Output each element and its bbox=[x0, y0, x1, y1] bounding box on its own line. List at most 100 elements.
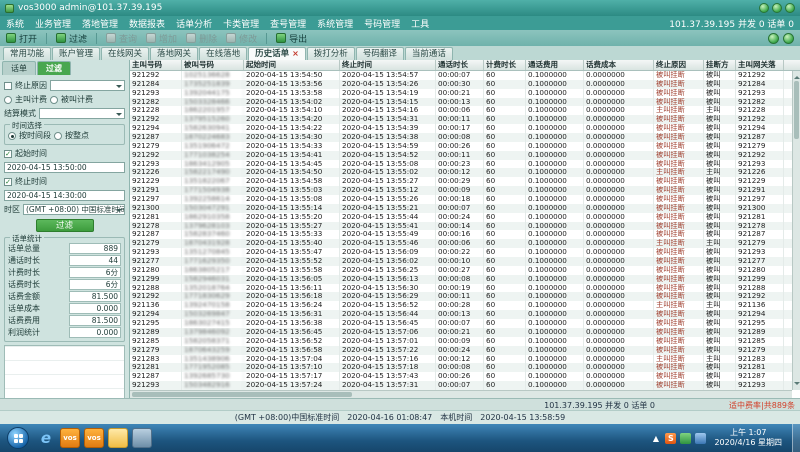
scroll-down-icon[interactable] bbox=[794, 382, 800, 388]
menu-卡类管理[interactable]: 卡类管理 bbox=[223, 17, 259, 30]
table-row[interactable]: 92129117715049382020-04-15 13:55:032020-… bbox=[130, 186, 792, 195]
end-reason-dropdown[interactable] bbox=[50, 80, 125, 91]
table-row[interactable]: 92129217718306292020-04-15 13:56:182020-… bbox=[130, 292, 792, 301]
table-row[interactable]: 92129713922586142020-04-15 13:55:082020-… bbox=[130, 195, 792, 204]
menu-业务管理[interactable]: 业务管理 bbox=[35, 17, 71, 30]
tab-当前通话[interactable]: 当前通话 bbox=[405, 47, 453, 60]
table-row[interactable]: 92127913519064722020-04-15 13:54:332020-… bbox=[130, 142, 792, 151]
toolbar-filter-button[interactable]: 过滤 bbox=[56, 32, 87, 45]
input-method-icon[interactable]: S bbox=[665, 433, 676, 444]
show-desktop-button[interactable] bbox=[792, 424, 800, 452]
column-header-计费时长[interactable]: 计费时长 bbox=[484, 60, 526, 70]
vertical-scroll-thumb[interactable] bbox=[794, 81, 799, 139]
menu-系统[interactable]: 系统 bbox=[6, 17, 24, 30]
table-row[interactable]: 92129313512708452020-04-15 13:55:472020-… bbox=[130, 248, 792, 257]
start-button[interactable] bbox=[7, 427, 29, 449]
start-time-checkbox[interactable] bbox=[4, 150, 12, 158]
taskbar-clock[interactable]: 上午 1:07 2020/4/16 星期四 bbox=[714, 428, 782, 448]
column-header-终止原因[interactable]: 终止原因 bbox=[654, 60, 704, 70]
computer-icon[interactable] bbox=[132, 428, 152, 448]
table-row[interactable]: 92129415826309412020-04-15 13:54:222020-… bbox=[130, 124, 792, 133]
table-row[interactable]: 92128215033284662020-04-15 13:54:022020-… bbox=[130, 98, 792, 107]
sidebar-tab-cdr[interactable]: 话单 bbox=[2, 61, 36, 75]
security-tray-icon[interactable] bbox=[680, 433, 691, 444]
menu-查号管理[interactable]: 查号管理 bbox=[270, 17, 306, 30]
table-row[interactable]: 92128417352518392020-04-15 13:53:562020-… bbox=[130, 80, 792, 89]
toolbar-export-button[interactable]: 导出 bbox=[276, 32, 307, 45]
table-row[interactable]: 92128715828374602020-04-15 13:55:332020-… bbox=[130, 230, 792, 239]
table-row[interactable]: 92128713926857302020-04-15 13:57:172020-… bbox=[130, 372, 792, 381]
table-row[interactable]: 92128515820583712020-04-15 13:56:522020-… bbox=[130, 337, 792, 346]
column-header-被叫号码[interactable]: 被叫号码 bbox=[182, 60, 244, 70]
title-bar[interactable]: vos3000 admin@101.37.39.195 bbox=[0, 0, 800, 16]
table-row[interactable]: 92127918706432592020-04-15 13:56:582020-… bbox=[130, 346, 792, 355]
table-row[interactable]: 92129415032698472020-04-15 13:56:312020-… bbox=[130, 310, 792, 319]
table-row[interactable]: 92129518630274152020-04-15 13:56:382020-… bbox=[130, 319, 792, 328]
table-row[interactable]: 92122913518220672020-04-15 13:54:582020-… bbox=[130, 177, 792, 186]
table-row[interactable]: 92129313920441752020-04-15 13:53:582020-… bbox=[130, 89, 792, 98]
table-row[interactable]: 92129217710382542020-04-15 13:54:412020-… bbox=[130, 151, 792, 160]
table-row[interactable]: 92128118629103582020-04-15 13:55:202020-… bbox=[130, 213, 792, 222]
tab-历史话单[interactable]: 历史话单× bbox=[248, 47, 306, 60]
menu-系统管理[interactable]: 系统管理 bbox=[317, 17, 353, 30]
column-header-挂断方[interactable]: 挂断方 bbox=[704, 60, 736, 70]
folder-icon[interactable] bbox=[108, 428, 128, 448]
table-row[interactable]: 92128313514389062020-04-15 13:57:042020-… bbox=[130, 355, 792, 364]
column-header-通话费用[interactable]: 通话费用 bbox=[526, 60, 584, 70]
table-row[interactable]: 92129210251366282020-04-15 13:54:502020-… bbox=[130, 71, 792, 80]
vos-1-icon[interactable]: vos bbox=[60, 428, 80, 448]
table-row[interactable]: 92128813520187642020-04-15 13:56:112020-… bbox=[130, 284, 792, 293]
column-header-主叫网关落[interactable]: 主叫网关落 bbox=[736, 60, 784, 70]
table-row[interactable]: 92129213795152602020-04-15 13:54:202020-… bbox=[130, 115, 792, 124]
table-row[interactable]: 92122615822174902020-04-15 13:54:502020-… bbox=[130, 168, 792, 177]
menu-落地管理[interactable]: 落地管理 bbox=[82, 17, 118, 30]
sidebar-tab-filter[interactable]: 过滤 bbox=[37, 61, 71, 75]
end-time-checkbox[interactable] bbox=[4, 178, 12, 186]
ie-icon[interactable]: e bbox=[36, 428, 56, 448]
settle-mode-dropdown[interactable] bbox=[39, 108, 125, 119]
time-point-radio[interactable] bbox=[54, 132, 62, 140]
tab-close-icon[interactable]: × bbox=[292, 48, 299, 60]
column-header-终止时间[interactable]: 终止时间 bbox=[340, 60, 436, 70]
tab-在线落地[interactable]: 在线落地 bbox=[199, 47, 247, 60]
timezone-dropdown[interactable]: (GMT +08:00) 中国标准时间 bbox=[23, 204, 125, 215]
table-row[interactable]: 92130015030472912020-04-15 13:55:142020-… bbox=[130, 204, 792, 213]
column-header-主叫号码[interactable]: 主叫号码 bbox=[130, 60, 182, 70]
toolbar-round-button-1[interactable] bbox=[768, 33, 779, 44]
column-header-通话时长[interactable]: 通话时长 bbox=[436, 60, 484, 70]
tab-在线网关[interactable]: 在线网关 bbox=[101, 47, 149, 60]
vos-2-icon[interactable]: vos bbox=[84, 428, 104, 448]
toolbar-round-button-2[interactable] bbox=[783, 33, 794, 44]
start-time-input[interactable] bbox=[4, 162, 125, 173]
menu-号码管理[interactable]: 号码管理 bbox=[364, 17, 400, 30]
caller-billing-radio[interactable] bbox=[4, 96, 12, 104]
tab-拨打分析[interactable]: 拨打分析 bbox=[307, 47, 355, 60]
horizontal-scroll-thumb[interactable] bbox=[132, 392, 352, 397]
filter-button[interactable]: 过滤 bbox=[36, 219, 94, 232]
table-row[interactable]: 92129915829460312020-04-15 13:56:052020-… bbox=[130, 275, 792, 284]
table-row[interactable]: 92113613924701582020-04-15 13:56:242020-… bbox=[130, 301, 792, 310]
scroll-up-icon[interactable] bbox=[794, 73, 800, 79]
table-row[interactable]: 92128913798460922020-04-15 13:56:452020-… bbox=[130, 328, 792, 337]
column-header-话费成本[interactable]: 话费成本 bbox=[584, 60, 654, 70]
table-row[interactable]: 92127813796281032020-04-15 13:55:272020-… bbox=[130, 222, 792, 231]
close-button[interactable] bbox=[785, 3, 795, 13]
menu-工具[interactable]: 工具 bbox=[411, 17, 429, 30]
callee-billing-radio[interactable] bbox=[50, 96, 58, 104]
tab-常用功能[interactable]: 常用功能 bbox=[3, 47, 51, 60]
tray-expand-icon[interactable]: ▲ bbox=[650, 433, 661, 444]
toolbar-open-button[interactable]: 打开 bbox=[6, 32, 37, 45]
network-tray-icon[interactable] bbox=[695, 433, 706, 444]
table-row[interactable]: 92129315034829162020-04-15 13:57:242020-… bbox=[130, 381, 792, 390]
table-row[interactable]: 92129318634129052020-04-15 13:54:452020-… bbox=[130, 160, 792, 169]
table-row[interactable]: 92127717716293502020-04-15 13:55:522020-… bbox=[130, 257, 792, 266]
maximize-button[interactable] bbox=[772, 3, 782, 13]
end-reason-checkbox[interactable] bbox=[4, 82, 12, 90]
horizontal-scrollbar[interactable] bbox=[130, 390, 792, 398]
minimize-button[interactable] bbox=[759, 3, 769, 13]
tab-号码翻译[interactable]: 号码翻译 bbox=[356, 47, 404, 60]
menu-话单分析[interactable]: 话单分析 bbox=[176, 17, 212, 30]
menu-数据报表[interactable]: 数据报表 bbox=[129, 17, 165, 30]
table-row[interactable]: 92128718702246832020-04-15 13:54:302020-… bbox=[130, 133, 792, 142]
time-range-radio[interactable] bbox=[8, 132, 16, 140]
